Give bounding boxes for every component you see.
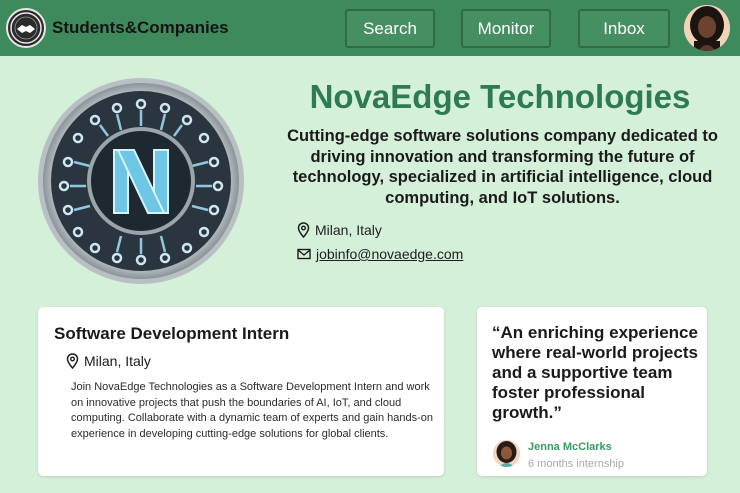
company-location: Milan, Italy: [297, 222, 382, 238]
company-location-text: Milan, Italy: [315, 222, 382, 238]
location-pin-icon: [297, 222, 310, 238]
job-location: Milan, Italy: [66, 353, 151, 369]
job-location-text: Milan, Italy: [84, 353, 151, 369]
job-description: Join NovaEdge Technologies as a Software…: [71, 381, 433, 440]
nav-monitor-button[interactable]: Monitor: [461, 9, 551, 48]
company-name: NovaEdge Technologies: [309, 78, 691, 115]
user-avatar-image: [684, 5, 730, 51]
job-title[interactable]: Software Development Intern: [54, 324, 289, 344]
job-card[interactable]: Software Development Intern Milan, Italy…: [38, 307, 444, 476]
handshake-icon: [10, 12, 42, 44]
reviewer-avatar: [493, 440, 520, 467]
company-logo-image: [38, 78, 244, 284]
reviewer-avatar-image: [493, 440, 520, 467]
brand-name[interactable]: Students&Companies: [52, 18, 229, 38]
company-email-link[interactable]: jobinfo@novaedge.com: [316, 246, 463, 262]
reviewer-name: Jenna McClarks: [528, 441, 612, 453]
company-email[interactable]: jobinfo@novaedge.com: [297, 246, 463, 262]
company-logo: [38, 78, 244, 284]
top-navbar: Students&Companies Search Monitor Inbox: [0, 0, 740, 56]
company-description: Cutting-edge software solutions company …: [287, 127, 718, 207]
reviewer-role: 6 months internship: [528, 458, 624, 470]
brand-logo[interactable]: [6, 8, 46, 48]
review-card: “An enriching experience where real-worl…: [477, 307, 707, 476]
mail-icon: [297, 248, 311, 260]
nav-inbox-button[interactable]: Inbox: [578, 9, 670, 48]
location-pin-icon: [66, 353, 79, 369]
user-avatar[interactable]: [684, 5, 730, 51]
nav-search-button[interactable]: Search: [345, 9, 435, 48]
review-quote: “An enriching experience where real-worl…: [492, 323, 698, 422]
